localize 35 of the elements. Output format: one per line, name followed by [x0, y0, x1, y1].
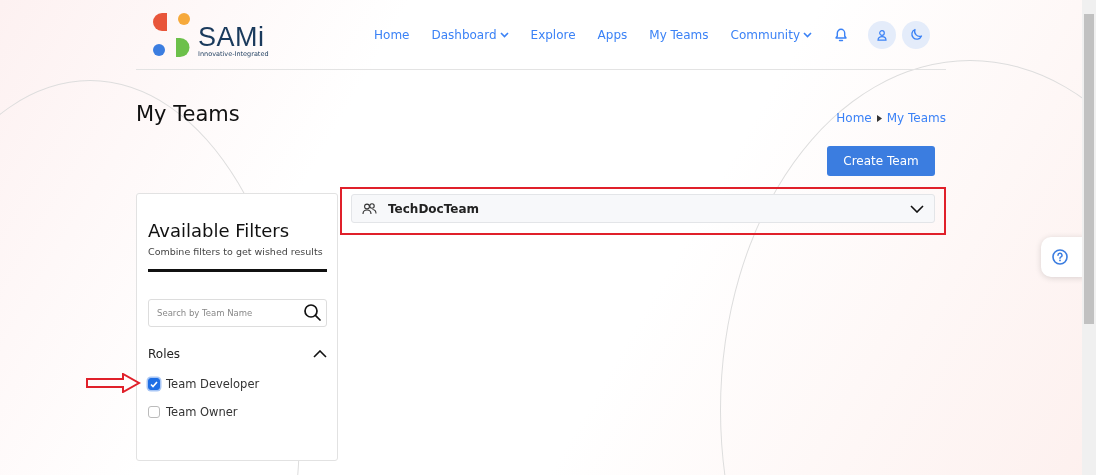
logo-mark-icon: [152, 11, 192, 58]
nav-link[interactable]: Dashboard: [431, 27, 509, 42]
roles-section-header[interactable]: Roles: [148, 347, 327, 361]
nav-link[interactable]: Community: [730, 27, 812, 42]
breadcrumb-link[interactable]: My Teams: [886, 111, 946, 125]
search-icon: [304, 304, 321, 321]
scrollbar[interactable]: [1082, 0, 1096, 475]
search-field[interactable]: Search by Team Name: [148, 299, 327, 327]
breadcrumb-link[interactable]: Home: [836, 111, 872, 125]
moon-icon: [909, 28, 923, 41]
breadcrumb-separator-icon: [876, 114, 882, 122]
caret-icon: [803, 31, 812, 38]
checkbox-label: Team Owner: [166, 405, 238, 419]
nav-link[interactable]: Home: [374, 27, 410, 42]
user-icon: [876, 28, 888, 41]
create-team-button[interactable]: Create Team: [827, 146, 935, 176]
help-button[interactable]: [1041, 237, 1085, 277]
filters-subtitle: Combine filters to get wished results: [148, 246, 324, 257]
logo-name: SAMi: [198, 24, 265, 51]
nav-link[interactable]: Apps: [597, 27, 628, 42]
dark-mode-button[interactable]: [902, 20, 930, 49]
bell-icon[interactable]: [834, 27, 848, 42]
user-button[interactable]: [868, 20, 896, 49]
help-icon: [1052, 249, 1068, 265]
nav-link[interactable]: Explore: [530, 27, 576, 42]
caret-icon: [499, 31, 509, 38]
annotation-arrow: [86, 373, 141, 393]
team-accordion[interactable]: TechDocTeam: [351, 194, 935, 223]
filters-title: Available Filters: [148, 220, 291, 241]
nav-link[interactable]: My Teams: [649, 27, 709, 42]
page-title: My Teams: [136, 102, 240, 126]
checkbox-label: Team Developer: [166, 377, 260, 391]
checkbox[interactable]: [148, 378, 160, 390]
team-icon: [362, 202, 377, 215]
checkbox[interactable]: [148, 406, 160, 418]
